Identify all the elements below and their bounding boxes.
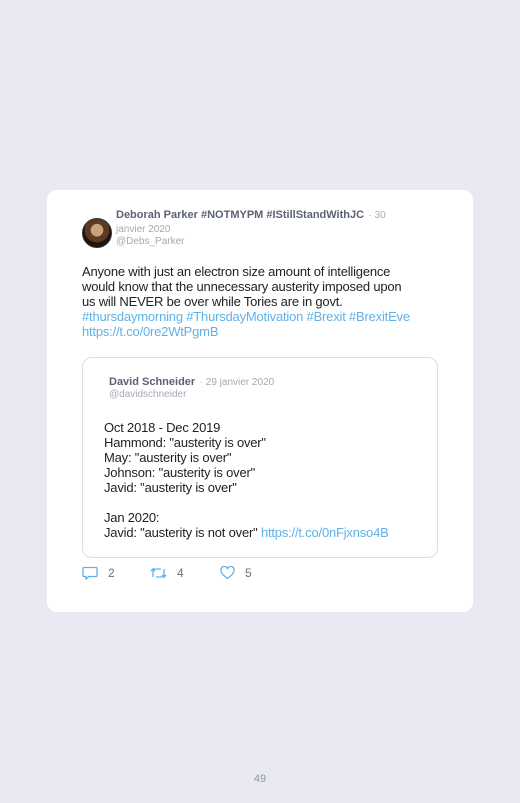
hashtags[interactable]: #thursdaymorning #ThursdayMotivation #Br… (82, 309, 442, 324)
reply-icon (82, 566, 98, 580)
quoted-author-handle[interactable]: @davidschneider (109, 389, 274, 401)
reply-count: 2 (108, 566, 115, 580)
quoted-line: Johnson: "austerity is over" (104, 465, 256, 480)
tweet-line: us will NEVER be over while Tories are i… (82, 294, 343, 309)
quoted-line: Oct 2018 - Dec 2019 (104, 420, 221, 435)
quoted-text: Oct 2018 - Dec 2019 Hammond: "austerity … (104, 420, 434, 540)
like-button[interactable]: 5 (220, 566, 252, 580)
date-month-year: janvier 2020 (116, 224, 171, 235)
quoted-line: May: "austerity is over" (104, 450, 232, 465)
quoted-author-name[interactable]: David Schneider (109, 376, 195, 388)
quoted-line-text: Javid: "austerity is not over" (104, 525, 258, 540)
heart-icon (220, 566, 235, 580)
tweet-card[interactable]: Deborah Parker #NOTMYPM #IStillStandWith… (47, 190, 473, 612)
tweet-line: would know that the unnecessary austerit… (82, 279, 402, 294)
quoted-line-last: Javid: "austerity is not over" https://t… (104, 525, 434, 540)
author-name[interactable]: Deborah Parker #NOTMYPM #IStillStandWith… (116, 209, 364, 221)
quoted-link[interactable]: https://t.co/0nFjxnso4B (261, 525, 389, 540)
like-count: 5 (245, 566, 252, 580)
quoted-line: Jan 2020: (104, 510, 160, 525)
quoted-line: Hammond: "austerity is over" (104, 435, 266, 450)
page-number: 49 (253, 773, 267, 785)
reply-button[interactable]: 2 (82, 566, 115, 580)
author-handle[interactable]: @Debs_Parker (116, 236, 416, 248)
tweet-line: Anyone with just an electron size amount… (82, 264, 391, 279)
quoted-header: David Schneider · 29 janvier 2020 @david… (109, 375, 274, 401)
date-day: 30 (374, 210, 386, 221)
tweet-header: Deborah Parker #NOTMYPM #IStillStandWith… (116, 208, 416, 248)
avatar[interactable] (82, 218, 112, 248)
quoted-tweet[interactable]: David Schneider · 29 janvier 2020 @david… (82, 357, 438, 558)
tweet-text: Anyone with just an electron size amount… (82, 264, 442, 339)
quoted-date: 29 janvier 2020 (205, 377, 275, 388)
tweet-link[interactable]: https://t.co/0re2WtPgmB (82, 324, 442, 339)
retweet-button[interactable]: 4 (150, 566, 184, 580)
quoted-line (104, 495, 434, 510)
retweet-count: 4 (177, 566, 184, 580)
retweet-icon (150, 568, 167, 578)
quoted-line: Javid: "austerity is over" (104, 480, 237, 495)
